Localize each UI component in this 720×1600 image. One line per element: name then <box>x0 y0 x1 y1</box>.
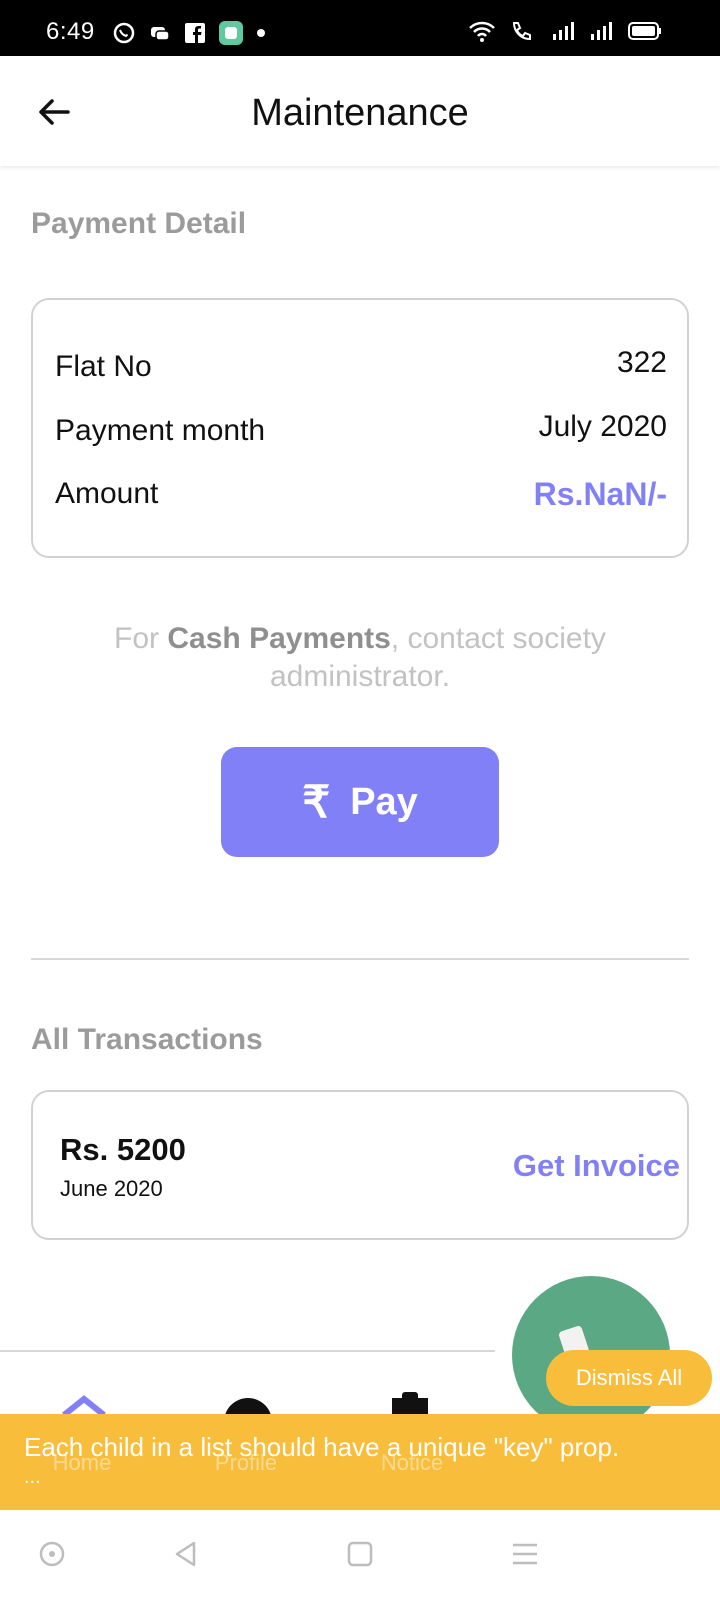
wifi-icon <box>469 21 495 42</box>
notification-icons <box>112 20 266 46</box>
cash-note-prefix: For <box>114 622 168 655</box>
all-transactions-heading: All Transactions <box>31 1023 263 1056</box>
app-notification-icon <box>219 21 243 45</box>
app-bar: Maintenance <box>0 56 720 166</box>
system-status-icons <box>468 20 662 42</box>
signal-icon-2 <box>591 22 612 40</box>
toast-message: Each child in a list should have a uniqu… <box>24 1432 620 1462</box>
amount-value: Rs.NaN/- <box>533 476 667 512</box>
payment-detail-card: Flat No 322 Payment month July 2020 Amou… <box>31 298 689 558</box>
rupee-icon: ₹ <box>302 777 331 827</box>
bottom-nav-divider <box>0 1350 495 1352</box>
home-nav-icon[interactable] <box>346 1540 374 1568</box>
cash-payment-note: For Cash Payments, contact society admin… <box>60 620 660 696</box>
page-title: Maintenance <box>251 92 469 134</box>
warning-toast[interactable]: Home Profile Notice Each child in a list… <box>0 1414 720 1510</box>
facebook-icon <box>185 23 205 43</box>
payment-month-label: Payment month <box>55 414 266 447</box>
dismiss-all-button[interactable]: Dismiss All <box>546 1350 712 1406</box>
recents-nav-icon[interactable] <box>510 1540 540 1568</box>
amount-label: Amount <box>55 477 159 510</box>
system-nav-bar <box>0 1510 720 1600</box>
section-divider <box>31 958 689 960</box>
pay-button-label: Pay <box>350 780 418 823</box>
payment-month-value: July 2020 <box>538 410 667 443</box>
get-invoice-link[interactable]: Get Invoice <box>513 1148 680 1184</box>
messenger-icon <box>151 27 170 41</box>
payment-detail-heading: Payment Detail <box>31 207 247 240</box>
dot-icon <box>257 29 265 37</box>
battery-icon <box>628 22 661 40</box>
signal-icon-1 <box>553 22 574 40</box>
transaction-month: June 2020 <box>60 1176 163 1201</box>
assistant-button-icon[interactable] <box>38 1540 66 1568</box>
status-bar: 6:49 <box>0 0 720 56</box>
toast-more: ... <box>24 1466 41 1488</box>
flat-no-value: 322 <box>616 346 667 379</box>
pay-button[interactable]: ₹ Pay <box>221 747 499 857</box>
volte-call-icon <box>512 22 531 41</box>
transaction-amount: Rs. 5200 <box>60 1132 186 1167</box>
back-nav-icon[interactable] <box>172 1540 200 1568</box>
whatsapp-icon <box>113 22 135 44</box>
status-time: 6:49 <box>46 18 95 45</box>
flat-no-label: Flat No <box>55 350 152 383</box>
cash-note-bold: Cash Payments <box>167 622 391 655</box>
